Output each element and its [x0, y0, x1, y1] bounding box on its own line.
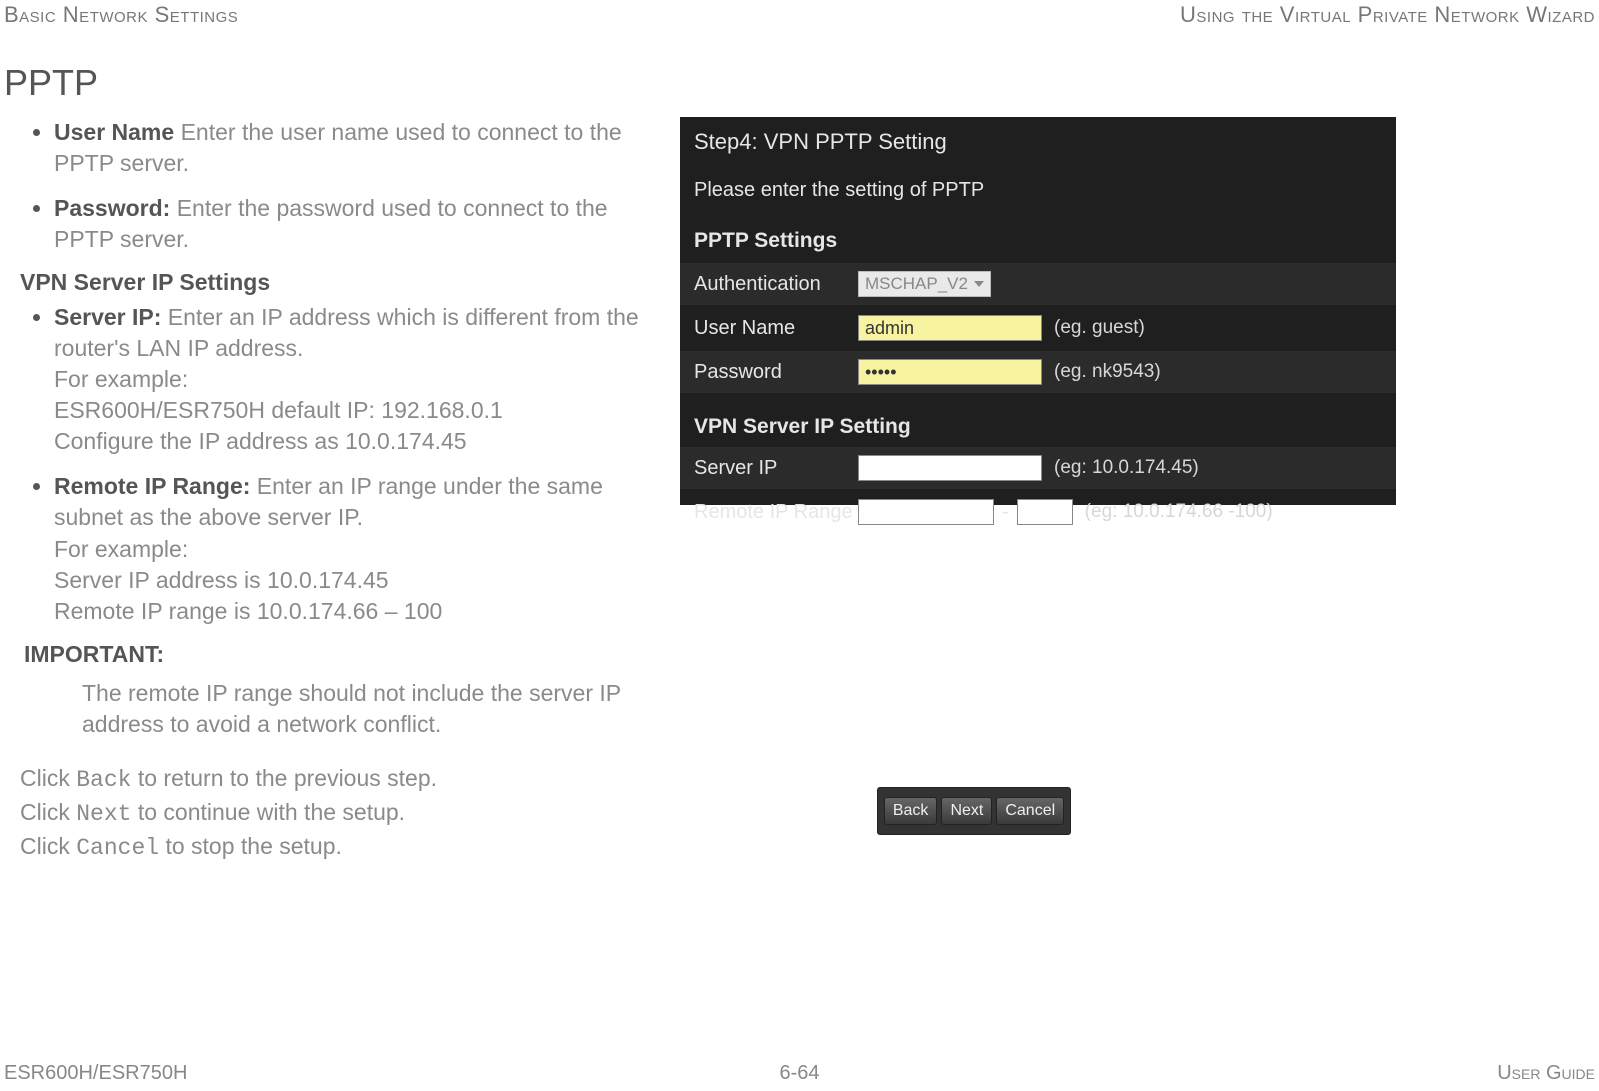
row-username: User Name admin (eg. guest) — [680, 307, 1396, 349]
dash-icon: - — [1002, 501, 1009, 524]
footer-right: User Guide — [1497, 1062, 1595, 1085]
footer-left: ESR600H/ESR750H — [4, 1062, 187, 1085]
important-text: The remote IP range should not include t… — [82, 678, 660, 740]
input-password[interactable]: ••••• — [858, 359, 1042, 385]
bullet-serverip: Server IP: Enter an IP address which is … — [54, 302, 660, 457]
important-block: IMPORTANT: The remote IP range should no… — [24, 641, 660, 740]
group-pptp-settings: PPTP Settings — [694, 229, 837, 253]
input-server-ip[interactable] — [858, 455, 1042, 481]
group-vpn-server-ip: VPN Server IP Setting — [694, 415, 911, 439]
remote-l3: Remote IP range is 10.0.174.66 – 100 — [54, 596, 660, 627]
term-password: Password: — [54, 195, 170, 221]
remote-l2: Server IP address is 10.0.174.45 — [54, 565, 660, 596]
remote-l1: For example: — [54, 534, 660, 565]
row-password: Password ••••• (eg. nk9543) — [680, 351, 1396, 393]
back-button[interactable]: Back — [884, 797, 938, 825]
label-authentication: Authentication — [680, 273, 858, 296]
router-ui-screenshot: Step4: VPN PPTP Setting Please enter the… — [680, 117, 1396, 505]
header-left: Basic Network Settings — [4, 2, 238, 28]
section-title: PPTP — [4, 62, 98, 104]
term-username: User Name — [54, 119, 174, 145]
body-column: User Name Enter the user name used to co… — [20, 117, 660, 864]
serverip-l3: Configure the IP address as 10.0.174.45 — [54, 426, 660, 457]
label-username: User Name — [680, 317, 858, 340]
step-title: Step4: VPN PPTP Setting — [694, 129, 947, 155]
eg-server-ip: (eg: 10.0.174.45) — [1054, 457, 1199, 479]
bullet-username: User Name Enter the user name used to co… — [54, 117, 660, 179]
eg-password: (eg. nk9543) — [1054, 361, 1161, 383]
click-cancel-line: Click Cancel to stop the setup. — [20, 830, 660, 864]
bullet-remote: Remote IP Range: Enter an IP range under… — [54, 471, 660, 626]
footer-center: 6-64 — [779, 1062, 819, 1085]
click-cancel-a: Click — [20, 833, 76, 859]
header-right: Using the Virtual Private Network Wizard — [1180, 2, 1595, 28]
click-cancel-b: to stop the setup. — [159, 833, 342, 859]
click-back-a: Click — [20, 765, 76, 791]
click-next-b: to continue with the setup. — [131, 799, 405, 825]
serverip-l2: ESR600H/ESR750H default IP: 192.168.0.1 — [54, 395, 660, 426]
label-server-ip: Server IP — [680, 457, 858, 480]
click-next-line: Click Next to continue with the setup. — [20, 796, 660, 830]
eg-remote-ip-range: (eg: 10.0.174.66 -100) — [1085, 501, 1273, 523]
select-authentication[interactable]: MSCHAP_V2 — [858, 271, 991, 297]
next-button[interactable]: Next — [941, 797, 992, 825]
eg-username: (eg. guest) — [1054, 317, 1145, 339]
term-remote: Remote IP Range: — [54, 473, 250, 499]
cancel-button[interactable]: Cancel — [996, 797, 1064, 825]
wizard-button-bar: Back Next Cancel — [877, 787, 1071, 835]
serverip-l1: For example: — [54, 364, 660, 395]
row-remote-ip-range: Remote IP Range - (eg: 10.0.174.66 -100) — [680, 491, 1396, 533]
click-block: Click Back to return to the previous ste… — [20, 762, 660, 865]
input-remote-ip-end[interactable] — [1017, 499, 1073, 525]
input-remote-ip-start[interactable] — [858, 499, 994, 525]
term-serverip: Server IP: — [54, 304, 161, 330]
input-username[interactable]: admin — [858, 315, 1042, 341]
important-label: IMPORTANT: — [24, 641, 660, 668]
click-next-a: Click — [20, 799, 76, 825]
row-authentication: Authentication MSCHAP_V2 — [680, 263, 1396, 305]
bullet-password: Password: Enter the password used to con… — [54, 193, 660, 255]
click-next-btn: Next — [76, 801, 131, 827]
click-back-b: to return to the previous step. — [131, 765, 437, 791]
click-back-btn: Back — [76, 767, 131, 793]
row-server-ip: Server IP (eg: 10.0.174.45) — [680, 447, 1396, 489]
label-remote-ip-range: Remote IP Range — [680, 501, 858, 523]
label-password: Password — [680, 361, 858, 384]
click-back-line: Click Back to return to the previous ste… — [20, 762, 660, 796]
step-subtitle: Please enter the setting of PPTP — [694, 179, 984, 202]
vpn-server-ip-subhead: VPN Server IP Settings — [20, 269, 660, 296]
click-cancel-btn: Cancel — [76, 835, 159, 861]
